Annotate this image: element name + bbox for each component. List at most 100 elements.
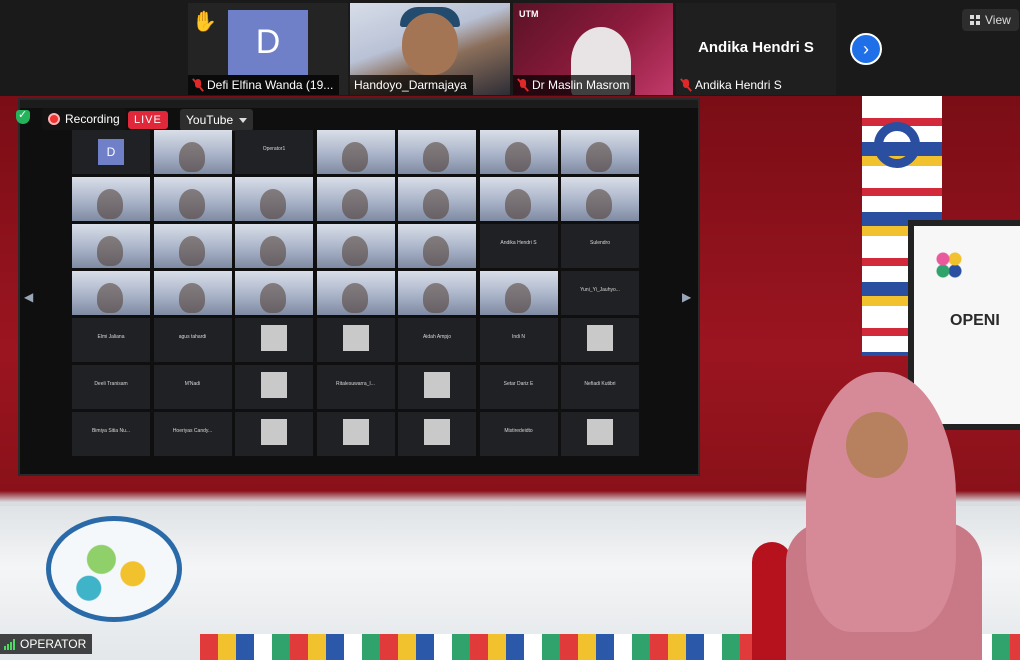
chevron-right-icon[interactable]: ▶	[682, 290, 691, 304]
gallery-tile[interactable]: Operator1	[235, 130, 313, 174]
gallery-tile[interactable]	[316, 412, 395, 456]
gallery-participant-name: Indi N	[511, 334, 526, 340]
gallery-tile[interactable]: M'Nadi	[153, 365, 232, 409]
view-button[interactable]: View	[962, 9, 1019, 31]
participant-tile-handoyo[interactable]: Handoyo_Darmajaya	[350, 3, 510, 95]
participant-name: Andika Hendri S	[676, 75, 788, 95]
gallery-participant-name: Bimiya Sitia Nu...	[91, 428, 131, 434]
gallery-participant-name: Hoeriyas Candy...	[172, 428, 213, 434]
gallery-tile[interactable]	[235, 224, 313, 268]
profile-picture	[261, 372, 287, 398]
profile-picture	[342, 325, 369, 351]
stream-target-dropdown[interactable]: YouTube	[180, 109, 254, 131]
studio-screen-text: OPENI	[950, 312, 1000, 329]
gallery-participant-name: Ritalesuwarra_I...	[336, 381, 375, 387]
gallery-tile[interactable]	[479, 177, 558, 221]
gallery-tile[interactable]: Deeli Tranisam	[72, 365, 150, 409]
gallery-tile[interactable]	[316, 177, 395, 221]
gallery-participant-name: Sulendro	[589, 240, 610, 246]
gallery-tile[interactable]: Setar Dariz E	[479, 365, 558, 409]
gallery-tile[interactable]: Nefiadi Kutibri	[561, 365, 639, 409]
gallery-tile[interactable]: Ritalesuwarra_I...	[316, 365, 395, 409]
operator-name-tag: OPERATOR	[0, 634, 93, 654]
profile-picture	[342, 419, 369, 445]
gallery-tile[interactable]	[398, 365, 476, 409]
gallery-tile[interactable]	[235, 412, 313, 456]
gallery-tile[interactable]	[153, 224, 232, 268]
gallery-tile[interactable]	[316, 318, 395, 362]
gallery-tile[interactable]	[398, 271, 476, 315]
participant-strip: ✋ D Defi Elfina Wanda (19... Handoyo_Dar…	[0, 0, 1020, 96]
grid-icon	[970, 15, 980, 25]
gallery-participant-name: Setar Dariz E	[503, 381, 534, 387]
gallery-tile[interactable]	[561, 130, 639, 174]
gallery-tile[interactable]	[153, 130, 232, 174]
gallery-tile[interactable]	[235, 318, 313, 362]
participant-name: Dr Maslin Masrom	[513, 75, 636, 95]
gallery-participant-name: Operator1	[262, 146, 286, 152]
gallery-tile[interactable]: Mistiredeidto	[479, 412, 558, 456]
raised-hand-icon: ✋	[192, 11, 217, 33]
gallery-tile[interactable]	[72, 271, 150, 315]
gallery-participant-name: Nefiadi Kutibri	[584, 381, 616, 387]
presenter	[786, 372, 982, 660]
gallery-tile[interactable]	[316, 224, 395, 268]
gallery-tile[interactable]: D	[72, 130, 150, 174]
utm-logo-text: UTM	[519, 9, 539, 19]
participant-tile-maslin[interactable]: UTM Dr Maslin Masrom	[513, 3, 673, 95]
gallery-tile[interactable]: Hoeriyas Candy...	[153, 412, 232, 456]
gallery-tile[interactable]: Elmi Jaliana	[72, 318, 150, 362]
mic-muted-icon	[517, 78, 529, 92]
next-page-button[interactable]: ›	[850, 33, 882, 65]
shared-video-stage: OPENI Recording LIVE YouTube ◀ ▶ DOper	[0, 96, 1020, 660]
gallery-tile[interactable]	[561, 177, 639, 221]
participant-tile-defi[interactable]: ✋ D Defi Elfina Wanda (19...	[188, 3, 348, 95]
decor-ring	[874, 122, 920, 168]
gallery-tile[interactable]	[561, 412, 639, 456]
gallery-tile[interactable]	[153, 271, 232, 315]
participant-name: Handoyo_Darmajaya	[350, 75, 473, 95]
gallery-monitor: Recording LIVE YouTube ◀ ▶ D Operator1 And…	[16, 98, 700, 476]
gallery-tile[interactable]	[479, 271, 558, 315]
gallery-tile[interactable]: Yuni_Yi_Jauhyo...	[561, 271, 639, 315]
gallery-tile[interactable]	[398, 130, 476, 174]
gallery-tile[interactable]	[153, 177, 232, 221]
gallery-participant-name: Yuni_Yi_Jauhyo...	[580, 287, 620, 293]
participant-tile-andika[interactable]: Andika Hendri S Andika Hendri S	[676, 3, 836, 95]
recording-indicator[interactable]: Recording	[42, 108, 126, 130]
record-icon	[48, 113, 60, 125]
gallery-tile[interactable]	[72, 177, 150, 221]
signal-icon	[4, 638, 16, 650]
gallery-tile[interactable]	[235, 271, 313, 315]
zoom-meeting-window: ✋ D Defi Elfina Wanda (19... Handoyo_Dar…	[0, 0, 1020, 660]
gallery-tile[interactable]	[72, 224, 150, 268]
profile-picture	[424, 419, 450, 445]
gallery-tile[interactable]: Andika Hendri S	[479, 224, 558, 268]
gallery-participant-name: Mistiredeidto	[504, 428, 533, 434]
mic-muted-icon	[192, 78, 204, 92]
gallery-participant-name: M'Nadi	[184, 381, 201, 387]
mic-muted-icon	[680, 78, 692, 92]
gallery-tile[interactable]: Sulendro	[561, 224, 639, 268]
gallery-participant-name: Andika Hendri S	[500, 240, 537, 246]
gallery-tile[interactable]	[561, 318, 639, 362]
gallery-tile[interactable]: Aidah Ampjo	[398, 318, 476, 362]
gallery-tile[interactable]	[316, 130, 395, 174]
gallery-tile[interactable]: Indi N	[479, 318, 558, 362]
gallery-tile[interactable]	[235, 177, 313, 221]
gallery-tile[interactable]: agus tahardi	[153, 318, 232, 362]
shield-icon	[16, 108, 30, 124]
gallery-tile[interactable]	[316, 271, 395, 315]
gallery-participant-name: Deeli Tranisam	[94, 381, 128, 387]
gallery-tile[interactable]	[479, 130, 558, 174]
avatar: D	[228, 10, 308, 75]
gallery-participant-name: Elmi Jaliana	[97, 334, 125, 340]
gallery-tile[interactable]	[398, 224, 476, 268]
chevron-left-icon[interactable]: ◀	[24, 290, 33, 304]
gallery-tile[interactable]	[398, 412, 476, 456]
gallery-tile[interactable]	[398, 177, 476, 221]
profile-picture	[261, 419, 287, 445]
gallery-participant-name: agus tahardi	[178, 334, 207, 340]
gallery-tile[interactable]	[235, 365, 313, 409]
gallery-tile[interactable]: Bimiya Sitia Nu...	[72, 412, 150, 456]
